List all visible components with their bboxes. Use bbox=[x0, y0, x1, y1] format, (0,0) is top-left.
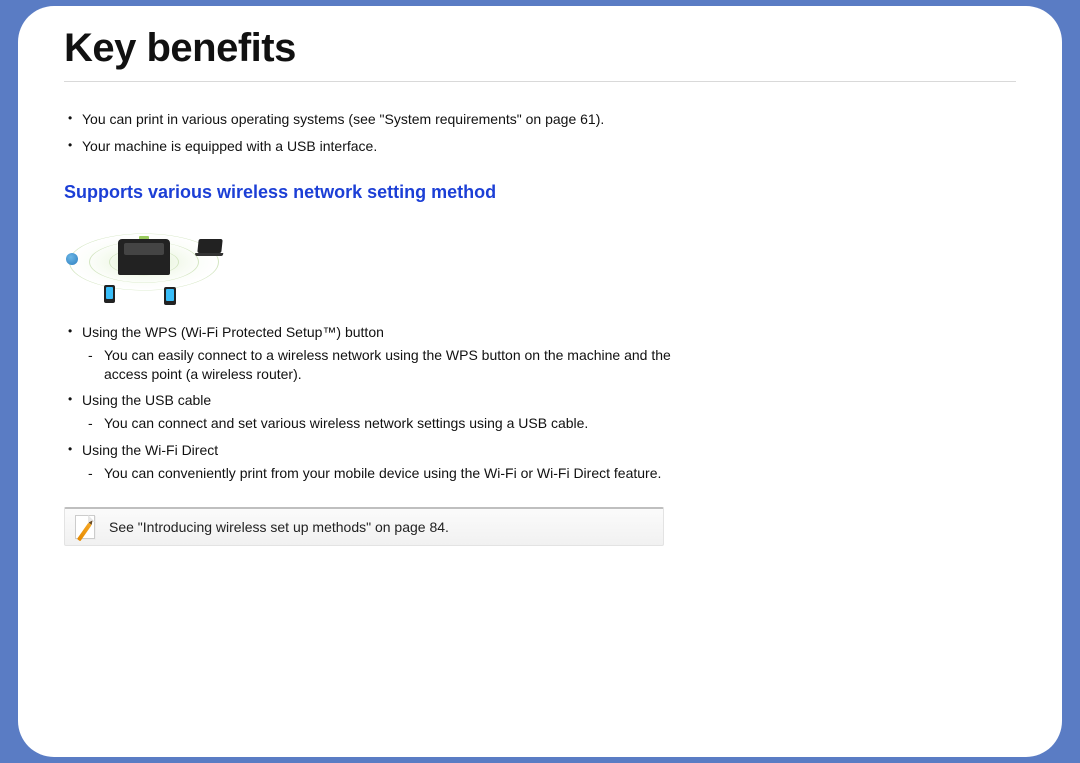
content-column: You can print in various operating syste… bbox=[64, 110, 684, 546]
page-title: Key benefits bbox=[64, 26, 1016, 71]
wireless-network-illustration bbox=[64, 217, 224, 307]
laptop-icon bbox=[197, 239, 222, 253]
manual-page: Key benefits You can print in various op… bbox=[18, 6, 1062, 757]
note-text: See "Introducing wireless set up methods… bbox=[109, 519, 449, 535]
intro-bullet: Your machine is equipped with a USB inte… bbox=[64, 137, 684, 156]
intro-bullet: You can print in various operating syste… bbox=[64, 110, 684, 129]
title-divider bbox=[64, 81, 1016, 82]
phone-icon bbox=[104, 285, 115, 303]
note-callout: See "Introducing wireless set up methods… bbox=[64, 507, 664, 546]
method-label: Using the WPS (Wi-Fi Protected Setup™) b… bbox=[82, 324, 384, 340]
note-icon bbox=[73, 513, 97, 541]
method-item: Using the USB cable You can connect and … bbox=[64, 391, 684, 433]
method-detail: You can connect and set various wireless… bbox=[82, 414, 684, 433]
printer-icon bbox=[118, 239, 170, 275]
method-label: Using the USB cable bbox=[82, 392, 211, 408]
method-item: Using the Wi-Fi Direct You can convenien… bbox=[64, 441, 684, 483]
method-detail: You can conveniently print from your mob… bbox=[82, 464, 684, 483]
method-label: Using the Wi-Fi Direct bbox=[82, 442, 218, 458]
method-detail-list: You can conveniently print from your mob… bbox=[82, 464, 684, 483]
intro-bullet-list: You can print in various operating syste… bbox=[64, 110, 684, 156]
globe-icon bbox=[66, 253, 78, 265]
method-item: Using the WPS (Wi-Fi Protected Setup™) b… bbox=[64, 323, 684, 384]
method-detail-list: You can connect and set various wireless… bbox=[82, 414, 684, 433]
method-detail: You can easily connect to a wireless net… bbox=[82, 346, 684, 384]
phone-icon bbox=[164, 287, 176, 305]
section-heading: Supports various wireless network settin… bbox=[64, 182, 684, 203]
methods-list: Using the WPS (Wi-Fi Protected Setup™) b… bbox=[64, 323, 684, 483]
method-detail-list: You can easily connect to a wireless net… bbox=[82, 346, 684, 384]
